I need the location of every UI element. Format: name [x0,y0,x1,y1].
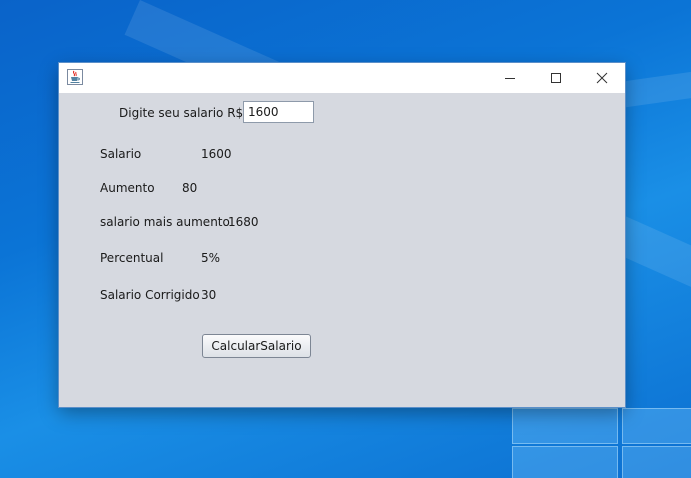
salary-input[interactable] [243,101,314,123]
salary-prompt-label: Digite seu salario R$ [119,106,244,120]
maximize-icon [550,69,562,88]
aumento-label: Aumento [100,181,155,195]
salario-corrigido-value: 30 [201,288,217,302]
minimize-button[interactable] [487,63,533,93]
calcular-salario-button[interactable]: CalcularSalario [202,334,311,358]
aumento-value: 80 [182,181,198,195]
windows-logo-pane [622,446,691,478]
close-button[interactable] [579,63,625,93]
salario-corrigido-label: Salario Corrigido [100,288,200,302]
salario-label: Salario [100,147,142,161]
salario-mais-aumento-label: salario mais aumento [100,215,230,229]
maximize-button[interactable] [533,63,579,93]
percentual-value: 5% [201,251,221,265]
title-bar[interactable] [59,63,625,93]
windows-logo-pane [512,446,618,478]
close-icon [596,69,608,88]
windows-logo-pane [622,408,691,444]
app-window: Digite seu salario R$ Salario 1600 Aumen… [59,63,625,407]
desktop-background: Digite seu salario R$ Salario 1600 Aumen… [0,0,691,478]
form-panel: Digite seu salario R$ Salario 1600 Aumen… [59,93,625,407]
java-cup-icon [67,69,83,85]
percentual-label: Percentual [100,251,164,265]
salario-value: 1600 [201,147,232,161]
salario-mais-aumento-value: 1680 [228,215,259,229]
windows-logo-pane [512,408,618,444]
minimize-icon [504,69,516,88]
